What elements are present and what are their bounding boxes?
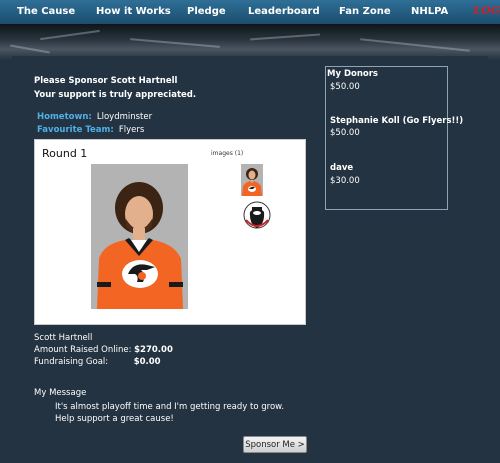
player-photo[interactable] xyxy=(91,164,188,309)
flyers-logo-icon xyxy=(122,260,158,288)
team-row: Favourite Team: Flyers xyxy=(37,117,144,136)
images-count[interactable]: images (1) xyxy=(211,150,243,157)
fundraising-goal-value: $0.00 xyxy=(133,357,161,367)
donor-amount: $50.00 xyxy=(330,82,360,92)
photo-gallery: Round 1 images (1) xyxy=(34,139,306,325)
site-logo[interactable]: LOG xyxy=(473,4,500,17)
donor-amount: $50.00 xyxy=(330,128,360,138)
team-value: Flyers xyxy=(118,125,145,135)
amount-raised-label: Amount Raised Online: xyxy=(34,345,132,355)
donor-name: Stephanie Koll (Go Flyers!!) xyxy=(330,116,464,126)
amount-raised-row: Amount Raised Online: $270.00 xyxy=(34,345,173,355)
nav-item-the-cause[interactable]: The Cause xyxy=(17,6,75,17)
top-navigation: The Cause How it Works Pledge Leaderboar… xyxy=(0,0,500,24)
message-title: My Message xyxy=(34,388,87,398)
round-title: Round 1 xyxy=(42,147,88,160)
beard-logo-icon[interactable] xyxy=(243,198,271,232)
nav-item-fan-zone[interactable]: Fan Zone xyxy=(339,6,391,17)
sponsor-heading: Please Sponsor Scott Hartnell xyxy=(34,76,178,86)
amount-raised-value: $270.00 xyxy=(134,345,173,355)
player-name: Scott Hartnell xyxy=(34,333,93,343)
main-panel: Please Sponsor Scott Hartnell Your suppo… xyxy=(12,56,488,463)
donors-title: My Donors xyxy=(327,69,378,79)
sponsor-me-button[interactable]: Sponsor Me > xyxy=(243,436,307,453)
team-label: Favourite Team: xyxy=(37,125,114,135)
fundraising-goal-label: Fundraising Goal: xyxy=(34,357,109,367)
fundraising-goal-row: Fundraising Goal: $0.00 xyxy=(34,357,161,367)
nav-item-how-it-works[interactable]: How it Works xyxy=(96,6,171,17)
header-banner xyxy=(0,24,500,60)
nav-item-nhlpa[interactable]: NHLPA xyxy=(411,6,448,17)
donor-amount: $30.00 xyxy=(330,176,360,186)
donors-panel: My Donors $50.00 Stephanie Koll (Go Flye… xyxy=(325,66,463,210)
message-body: It's almost playoff time and I'm getting… xyxy=(55,402,285,424)
photo-thumbnail[interactable] xyxy=(241,164,263,196)
nav-item-leaderboard[interactable]: Leaderboard xyxy=(248,6,320,17)
nav-item-pledge[interactable]: Pledge xyxy=(187,6,226,17)
support-text: Your support is truly appreciated. xyxy=(34,90,197,100)
donor-name: dave xyxy=(330,163,354,173)
